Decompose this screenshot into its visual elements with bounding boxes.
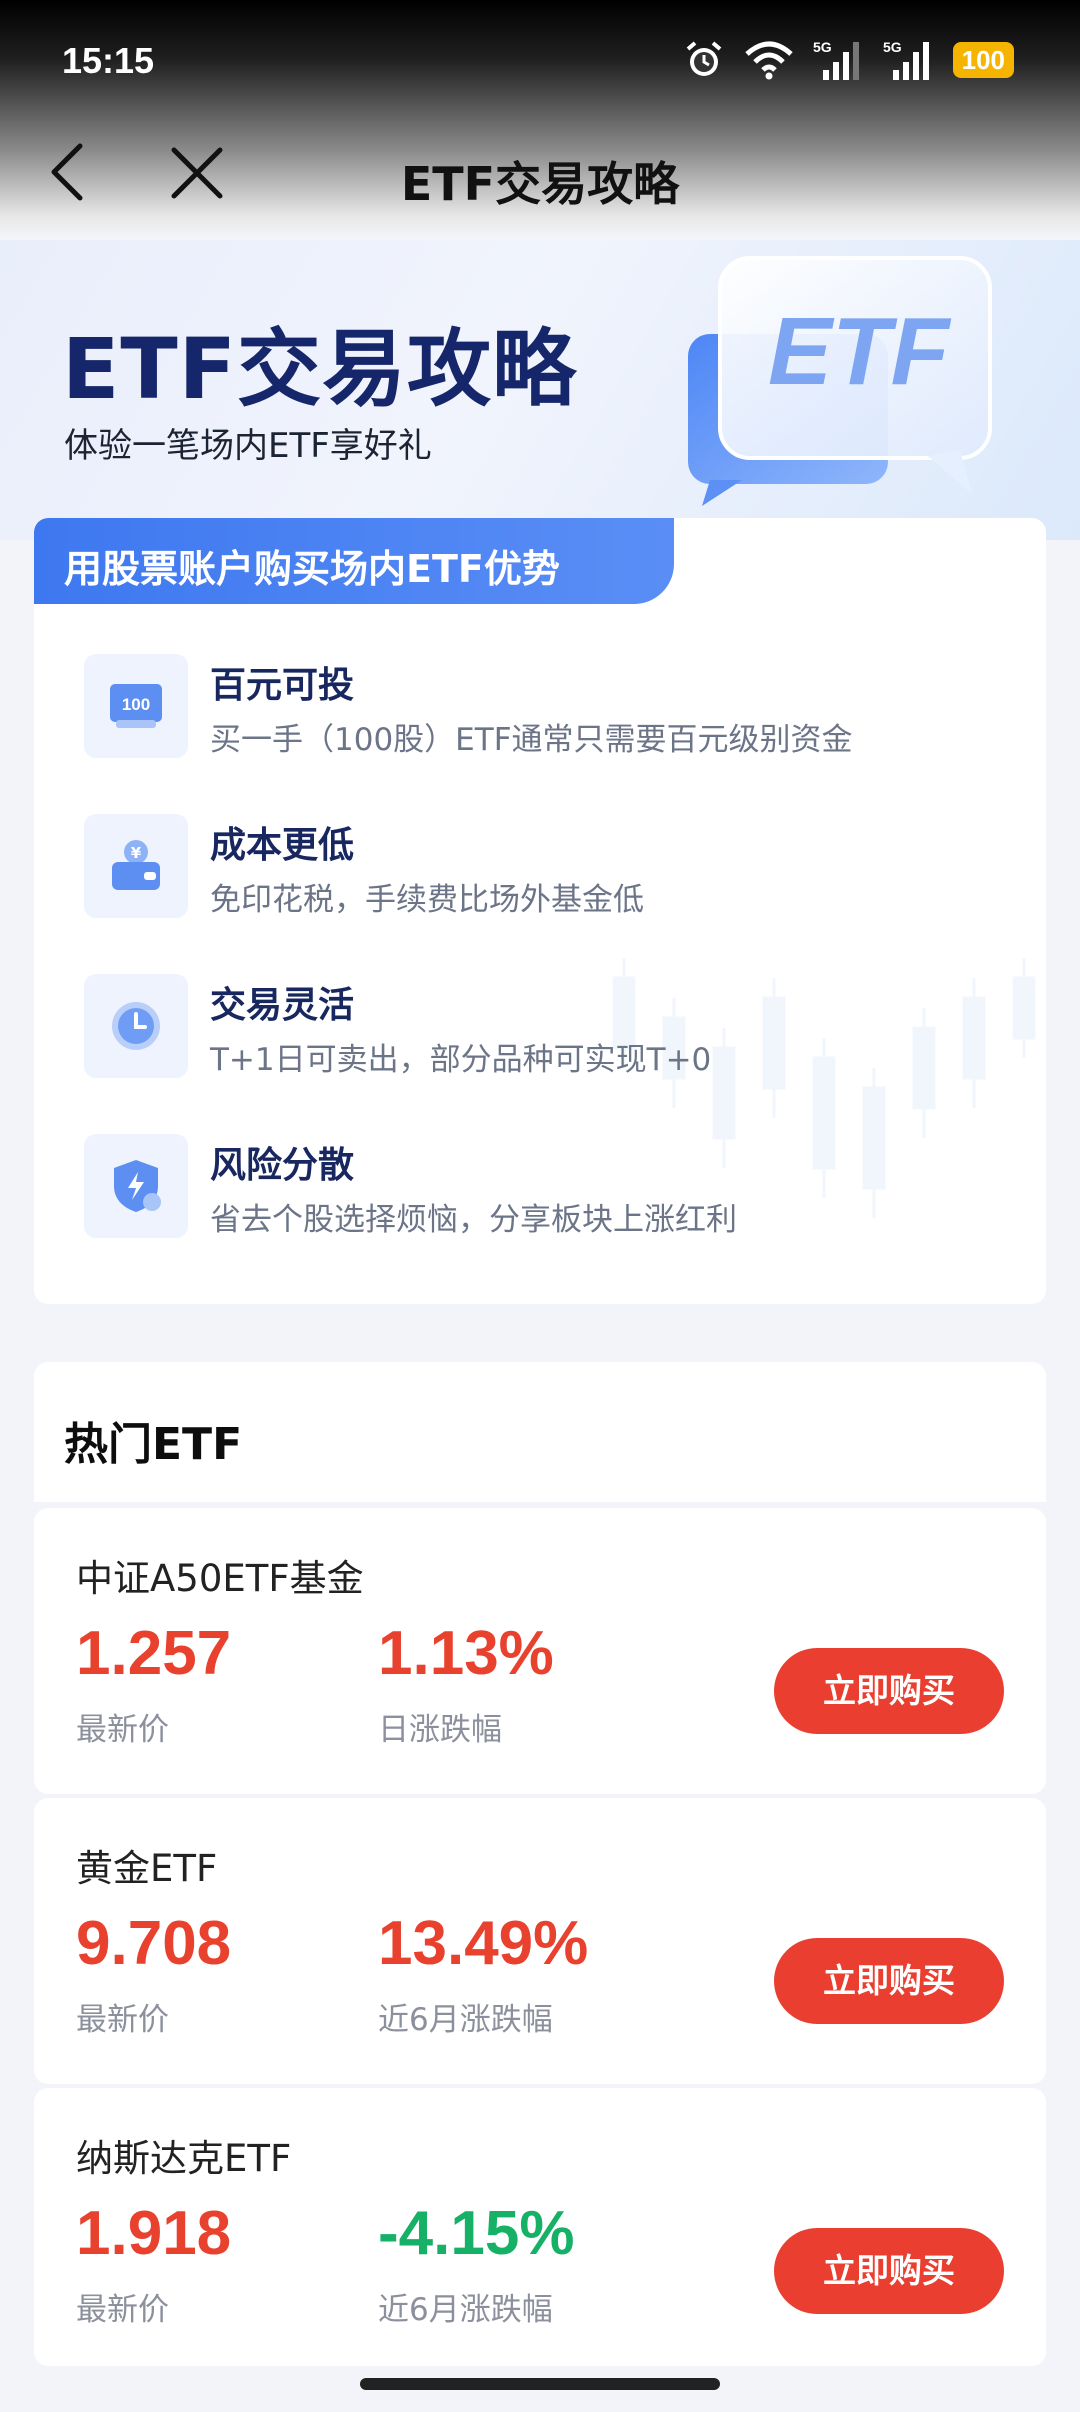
battery-indicator: 100 [952, 42, 1014, 78]
advantage-desc: 买一手（100股）ETF通常只需要百元级别资金 [210, 722, 853, 758]
buy-now-button[interactable]: 立即购买 [774, 2228, 1004, 2314]
hundred-note-icon: 100 [84, 654, 188, 758]
advantages-card: 用股票账户购买场内ETF优势 100 百元可投 买一手（100股）ETF通常只需… [34, 518, 1046, 1304]
etf-price-label: 最新价 [76, 2002, 169, 2038]
advantage-title: 风险分散 [210, 1145, 355, 1186]
etf-change: -4.15% [378, 2199, 575, 2268]
etf-price: 1.918 [76, 2199, 232, 2268]
advantage-item: 100 百元可投 买一手（100股）ETF通常只需要百元级别资金 [84, 652, 1024, 762]
etf-name: 黄金ETF [76, 1847, 218, 1890]
signal-5g-icon: 5G [813, 39, 859, 80]
etf-name: 中证A50ETF基金 [76, 1557, 364, 1600]
wifi-icon [744, 41, 793, 80]
etf-card[interactable]: 纳斯达克ETF 1.918 最新价 -4.15% 近6月涨跌幅 立即购买 [34, 2088, 1046, 2366]
status-icons: 5G 5G 100 [683, 36, 1014, 84]
etf-price-label: 最新价 [76, 1712, 169, 1748]
advantage-title: 成本更低 [210, 825, 355, 866]
etf-chat-bubble-icon: ETF [688, 256, 992, 506]
hot-etf-header: 热门ETF [34, 1362, 1046, 1502]
etf-change: 1.13% [378, 1619, 554, 1688]
clock-icon [84, 974, 188, 1078]
advantage-title: 交易灵活 [210, 985, 355, 1026]
top-bar: 15:15 5G 5G 100 ETF交易攻略 [0, 0, 1080, 240]
hot-etf-title: 热门ETF [64, 1419, 243, 1470]
advantages-banner: 用股票账户购买场内ETF优势 [34, 518, 674, 604]
hero-banner: ETF交易攻略 体验一笔场内ETF享好礼 ETF [0, 240, 1080, 540]
advantage-title: 百元可投 [210, 665, 355, 706]
svg-text:¥: ¥ [131, 844, 142, 862]
hero-badge-text: ETF [768, 298, 952, 405]
etf-name: 纳斯达克ETF [76, 2137, 292, 2180]
buy-now-button[interactable]: 立即购买 [774, 1648, 1004, 1734]
buy-now-button[interactable]: 立即购买 [774, 1938, 1004, 2024]
etf-price: 9.708 [76, 1909, 232, 1978]
advantage-desc: 免印花税，手续费比场外基金低 [210, 882, 644, 918]
advantage-item: ¥ 成本更低 免印花税，手续费比场外基金低 [84, 812, 1024, 922]
etf-change-label: 日涨跌幅 [378, 1712, 502, 1748]
hero-subtitle: 体验一笔场内ETF享好礼 [64, 426, 432, 466]
etf-change-label: 近6月涨跌幅 [378, 2002, 553, 2038]
svg-text:5G: 5G [883, 39, 902, 55]
advantage-item: 交易灵活 T+1日可卖出，部分品种可实现T+0 [84, 972, 1024, 1082]
advantage-desc: T+1日可卖出，部分品种可实现T+0 [210, 1042, 712, 1078]
page-title: ETF交易攻略 [400, 157, 680, 211]
etf-price: 1.257 [76, 1619, 232, 1688]
home-indicator[interactable] [360, 2378, 720, 2390]
yen-wallet-icon: ¥ [84, 814, 188, 918]
advantage-desc: 省去个股选择烦恼，分享板块上涨红利 [210, 1202, 737, 1238]
etf-change-label: 近6月涨跌幅 [378, 2292, 553, 2328]
svg-text:100: 100 [122, 695, 150, 714]
etf-card[interactable]: 中证A50ETF基金 1.257 最新价 1.13% 日涨跌幅 立即购买 [34, 1508, 1046, 1794]
alarm-icon [686, 41, 721, 76]
etf-card[interactable]: 黄金ETF 9.708 最新价 13.49% 近6月涨跌幅 立即购买 [34, 1798, 1046, 2084]
etf-change: 13.49% [378, 1909, 589, 1978]
status-time: 15:15 [62, 40, 155, 81]
advantage-item: 风险分散 省去个股选择烦恼，分享板块上涨红利 [84, 1132, 1024, 1242]
svg-text:5G: 5G [813, 39, 832, 55]
hero-title: ETF交易攻略 [62, 320, 578, 418]
etf-price-label: 最新价 [76, 2292, 169, 2328]
signal-5g-icon: 5G [883, 39, 929, 80]
shield-icon [84, 1134, 188, 1238]
